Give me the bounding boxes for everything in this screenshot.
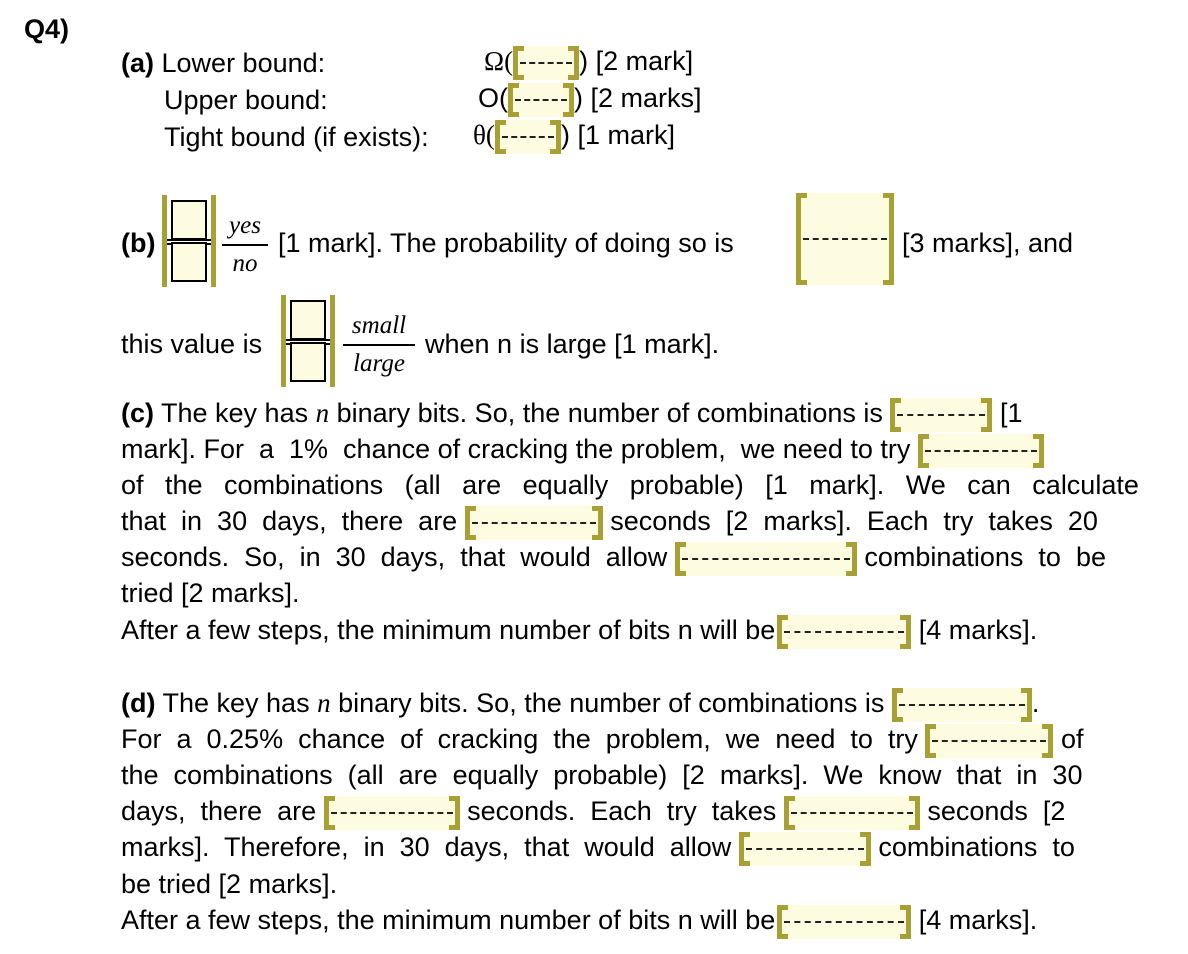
small-large-fraction: small large: [343, 312, 415, 378]
part-c-label: (c): [121, 398, 154, 428]
large-option-cell[interactable]: [290, 342, 326, 382]
d-seconds-field[interactable]: [323, 795, 460, 830]
small-large-choice-box[interactable]: [281, 295, 335, 387]
c-combinations-field[interactable]: [890, 397, 993, 432]
d-combinations-field[interactable]: [891, 687, 1032, 722]
part-c-line-1: (c) The key has n binary bits. So, the n…: [121, 395, 1139, 432]
large-option: large: [353, 350, 405, 377]
part-d-line-6: be tried [2 marks].: [121, 869, 338, 899]
no-option-cell[interactable]: [171, 242, 207, 282]
part-d-line-2: For a 0.25% chance of cracking the probl…: [121, 721, 1139, 758]
bigo-marks: [2 marks]: [590, 83, 702, 114]
variable-n: n: [317, 688, 331, 718]
part-c-line-5: seconds. So, in 30 days, that would allo…: [121, 539, 1139, 576]
part-c-line-7: After a few steps, the minimum number of…: [121, 612, 1139, 649]
yes-option-cell[interactable]: [171, 200, 207, 240]
d-try-duration-field[interactable]: [783, 795, 920, 830]
yes-no-fraction: yes no: [222, 212, 268, 278]
theta-marks: [1 mark]: [577, 120, 675, 151]
omega-expression: Ω() [2 mark]: [484, 46, 693, 80]
c-fraction-to-try-field[interactable]: [917, 433, 1044, 468]
probability-answer-field[interactable]: [796, 193, 894, 285]
part-d-line-3: the combinations (all are equally probab…: [121, 760, 1083, 790]
no-option: no: [232, 250, 258, 277]
part-b-text-1: [1 mark]. The probability of doing so is: [278, 228, 734, 258]
part-d-line-5: marks]. Therefore, in 30 days, that woul…: [121, 829, 1139, 866]
part-b-label: (b): [121, 228, 156, 258]
yes-option: yes: [229, 212, 261, 239]
c-combinations-tried-field[interactable]: [674, 541, 857, 576]
variable-n: n: [315, 398, 330, 428]
d-min-bits-field[interactable]: [777, 904, 912, 939]
question-label: Q4): [24, 14, 70, 44]
part-d-label: (d): [121, 688, 156, 718]
lower-bound-label: Lower bound:: [161, 48, 326, 78]
part-d-line-1: (d) The key has n binary bits. So, the n…: [121, 685, 1139, 722]
theta-expression: θ() [1 mark]: [473, 120, 675, 154]
theta-answer-field[interactable]: [494, 120, 561, 154]
upper-bound-label: Upper bound:: [164, 85, 328, 115]
part-b-text-2: [3 marks], and: [902, 228, 1074, 258]
d-fraction-to-try-field[interactable]: [925, 723, 1054, 758]
small-option-cell[interactable]: [290, 300, 326, 340]
yes-no-choice-box[interactable]: [162, 195, 216, 287]
part-c-line-6: tried [2 marks].: [121, 578, 300, 608]
bigo-expression: O() [2 marks]: [478, 83, 702, 117]
small-option: small: [351, 312, 407, 339]
d-combinations-tried-field[interactable]: [738, 831, 871, 866]
part-c-line-3: of the combinations (all are equally pro…: [121, 470, 1139, 500]
part-d-line-4: days, there are seconds. Each try takes …: [121, 793, 1139, 830]
c-seconds-field[interactable]: [464, 505, 603, 540]
omega-answer-field[interactable]: [513, 46, 580, 80]
tight-bound-label: Tight bound (if exists):: [164, 122, 429, 152]
part-c-line-2: mark]. For a 1% chance of cracking the p…: [121, 431, 1139, 468]
part-b-text-3: this value is: [121, 329, 263, 359]
omega-marks: [2 mark]: [595, 46, 694, 77]
c-min-bits-field[interactable]: [777, 614, 912, 649]
part-a-label: (a): [121, 48, 154, 78]
part-b-text-4: when n is large [1 mark].: [425, 329, 720, 359]
bigo-answer-field[interactable]: [508, 83, 574, 117]
part-c-line-4: that in 30 days, there are seconds [2 ma…: [121, 503, 1139, 540]
part-d-line-7: After a few steps, the minimum number of…: [121, 902, 1139, 939]
part-a-row-lower: (a) Lower bound:: [121, 50, 325, 77]
